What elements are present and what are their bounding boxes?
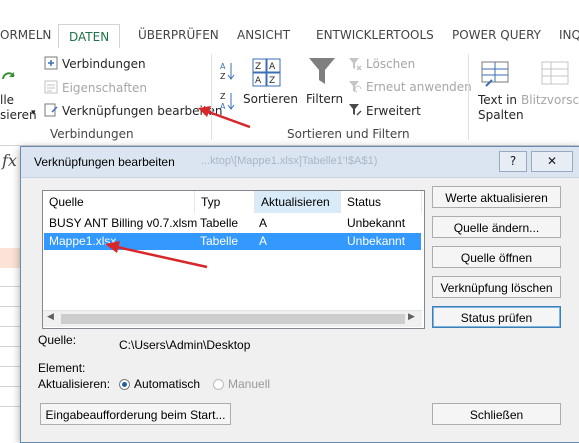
- edit-links-icon: [44, 103, 58, 117]
- group-label-verbindungen: Verbindungen: [50, 127, 134, 141]
- quelle-aendern-button[interactable]: Quelle ändern...: [432, 216, 561, 238]
- tab-inquire[interactable]: INQ: [559, 28, 579, 42]
- svg-text:Z: Z: [255, 62, 261, 72]
- grid-line: [0, 346, 20, 347]
- horizontal-scrollbar[interactable]: ◀ ▶: [43, 310, 422, 327]
- text-to-columns-icon[interactable]: [480, 58, 510, 88]
- filter-icon[interactable]: [308, 56, 336, 88]
- tab-daten[interactable]: DATEN: [58, 24, 121, 50]
- eigenschaften-button[interactable]: Eigenschaften: [62, 81, 147, 95]
- grid-line: [0, 386, 20, 387]
- grid-line: [0, 366, 20, 367]
- eingabeaufforderung-button[interactable]: Eingabeaufforderung beim Start...: [40, 403, 231, 425]
- tab-power-query[interactable]: POWER QUERY: [452, 28, 541, 42]
- grid-line: [0, 306, 20, 307]
- column-header-typ[interactable]: Typ: [195, 191, 255, 213]
- grid-line: [0, 406, 20, 407]
- flash-fill-icon: [541, 61, 569, 85]
- scroll-left-icon[interactable]: ◀: [47, 312, 54, 322]
- tab-ansicht[interactable]: ANSICHT: [237, 28, 290, 42]
- properties-icon: [44, 80, 58, 94]
- advanced-filter-icon: [349, 104, 362, 116]
- loeschen-button[interactable]: Löschen: [366, 57, 415, 71]
- erneut-anwenden-button[interactable]: Erneut anwenden: [366, 80, 472, 94]
- svg-text:A: A: [255, 76, 262, 86]
- dialog-titlebar: Verknüpfungen bearbeiten ...ktop\[Mappe1…: [21, 147, 579, 178]
- close-button[interactable]: ✕: [531, 151, 573, 172]
- svg-text:Z: Z: [220, 72, 226, 81]
- grid-line: [0, 286, 20, 287]
- tab-entwicklertools[interactable]: ENTWICKLERTOOLS: [316, 28, 434, 42]
- tab-ueberpruefen[interactable]: ÜBERPRÜFEN: [138, 28, 219, 42]
- row-status: Unbekannt: [347, 234, 406, 248]
- tab-formeln[interactable]: ORMELN: [0, 28, 51, 42]
- erweitert-button[interactable]: Erweitert: [366, 104, 421, 118]
- radio-dot: [122, 382, 127, 387]
- status-pruefen-button[interactable]: Status prüfen: [432, 306, 561, 328]
- sortieren-button[interactable]: Sortieren: [243, 92, 298, 106]
- aktualisieren-label: Aktualisieren:: [38, 377, 111, 391]
- ribbon-tabs: ORMELN DATEN ÜBERPRÜFEN ANSICHT ENTWICKL…: [0, 24, 579, 50]
- radio-manuell[interactable]: [213, 379, 224, 390]
- chevron-down-icon[interactable]: ▾: [31, 108, 36, 118]
- reapply-icon: [349, 81, 362, 93]
- ribbon: lle sieren ▾ Verbindungen Eigenschaften …: [0, 48, 579, 146]
- svg-text:A: A: [220, 62, 226, 71]
- row-quelle: BUSY ANT Billing v0.7.xlsm: [49, 216, 198, 230]
- help-button[interactable]: ?: [499, 151, 527, 172]
- title-path-hint: ...ktop\[Mappe1.xlsx]Tabelle1'!$A$1): [201, 155, 378, 167]
- row-typ: Tabelle: [200, 216, 239, 230]
- row-status: Unbekannt: [347, 216, 406, 230]
- sort-za-icon[interactable]: ZA: [220, 90, 236, 112]
- svg-text:Z: Z: [269, 76, 275, 86]
- table-row[interactable]: BUSY ANT Billing v0.7.xlsm Tabelle A Unb…: [43, 215, 422, 232]
- dialog-title: Verknüpfungen bearbeiten: [34, 155, 175, 169]
- svg-text:A: A: [269, 62, 276, 72]
- refresh-icon: [2, 72, 15, 80]
- row-aktualisieren: A: [259, 234, 268, 248]
- edit-links-dialog: Verknüpfungen bearbeiten ...ktop\[Mappe1…: [20, 146, 579, 443]
- verbindungen-button[interactable]: Verbindungen: [62, 57, 146, 71]
- sort-az-icon[interactable]: AZ: [220, 60, 236, 82]
- blitzvorschau-button[interactable]: Blitzvorscha: [521, 93, 579, 107]
- filtern-button[interactable]: Filtern: [306, 92, 343, 106]
- column-header-aktualisieren[interactable]: Aktualisieren: [255, 191, 341, 213]
- quelle-label: Quelle:: [38, 333, 77, 347]
- annotation-arrow: [105, 241, 208, 269]
- scroll-right-icon[interactable]: ▶: [408, 312, 415, 322]
- radio-automatisch[interactable]: [119, 379, 130, 390]
- row-aktualisieren: A: [259, 216, 268, 230]
- quelle-oeffnen-button[interactable]: Quelle öffnen: [432, 246, 561, 268]
- sort-dialog-icon[interactable]: ZA AZ: [252, 58, 282, 88]
- connections-icon: [44, 56, 58, 70]
- scrollbar-thumb[interactable]: [61, 314, 405, 324]
- verknuepfung-loeschen-button[interactable]: Verknüpfung löschen: [432, 276, 561, 298]
- radio-manuell-label[interactable]: Manuell: [228, 377, 270, 391]
- text-in-spalten-label-1[interactable]: Text in: [478, 93, 517, 107]
- werte-aktualisieren-button[interactable]: Werte aktualisieren: [432, 186, 561, 208]
- column-header-status[interactable]: Status: [341, 191, 422, 213]
- group-label-sortieren-filtern: Sortieren und Filtern: [287, 127, 410, 141]
- radio-automatisch-label[interactable]: Automatisch: [134, 377, 200, 391]
- refresh-all-label-1[interactable]: lle: [0, 93, 14, 107]
- svg-text:Z: Z: [220, 92, 226, 101]
- svg-text:A: A: [220, 102, 226, 111]
- links-list[interactable]: Quelle Typ Aktualisieren Status BUSY ANT…: [42, 190, 425, 329]
- element-label: Element:: [38, 361, 86, 375]
- grid-line: [0, 326, 20, 327]
- group-separator: [468, 54, 469, 140]
- quelle-value: C:\Users\Admin\Desktop: [119, 338, 251, 352]
- table-row-selected[interactable]: Mappe1.xlsx Tabelle A Unbekannt: [44, 233, 421, 250]
- clear-filter-icon: [349, 58, 362, 71]
- column-header-quelle[interactable]: Quelle: [43, 191, 195, 213]
- text-in-spalten-label-2[interactable]: Spalten: [478, 108, 524, 122]
- schliessen-button[interactable]: Schließen: [432, 403, 561, 425]
- fx-icon[interactable]: fx: [2, 151, 17, 170]
